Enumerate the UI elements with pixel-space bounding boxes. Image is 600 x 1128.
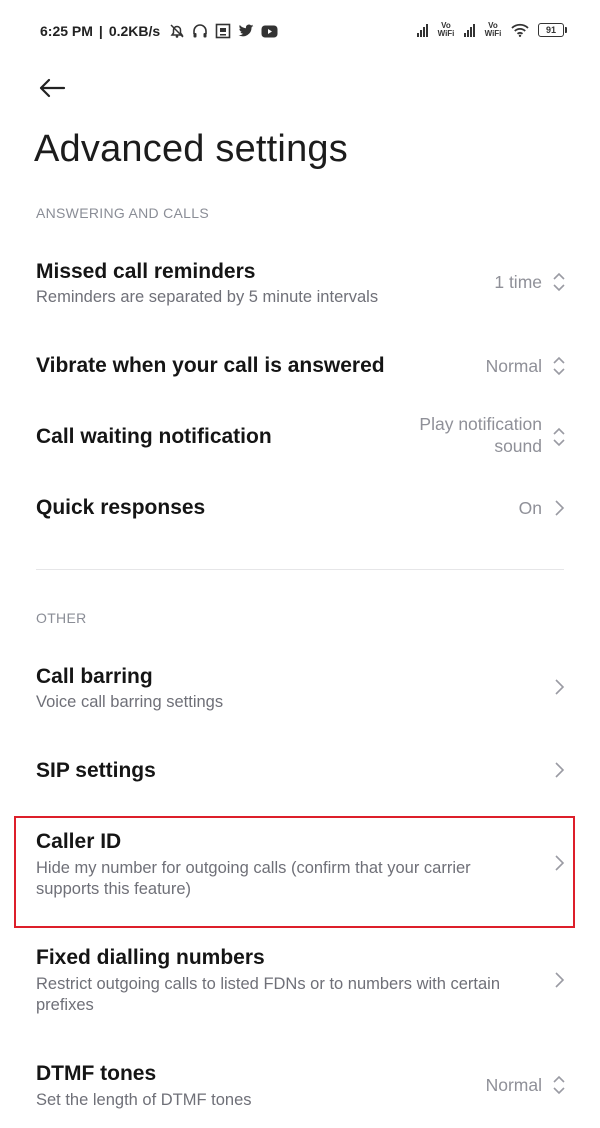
section-divider [36, 569, 564, 570]
page-title: Advanced settings [34, 128, 348, 170]
updown-chevron-icon [553, 427, 565, 447]
fixed-dialling-numbers-row[interactable]: Fixed dialling numbers Restrict outgoing… [0, 936, 600, 1026]
row-value: 1 time [494, 272, 542, 292]
caller-id-row[interactable]: Caller ID Hide my number for outgoing ca… [0, 820, 600, 920]
back-button[interactable] [34, 70, 70, 106]
youtube-icon [261, 25, 278, 37]
wifi-icon [511, 23, 529, 37]
missed-call-reminders-row[interactable]: Missed call reminders Reminders are sepa… [0, 250, 600, 318]
vowifi-icon: Vo WiFi [437, 21, 455, 38]
back-arrow-icon [39, 78, 66, 98]
row-subtitle: Set the length of DTMF tones [36, 1091, 252, 1109]
call-barring-row[interactable]: Call barring Voice call barring settings [0, 655, 600, 723]
headphones-icon [193, 24, 208, 38]
row-value: Normal [485, 1075, 542, 1095]
call-waiting-row[interactable]: Call waiting notification Play notificat… [0, 408, 600, 468]
chevron-right-icon [555, 972, 565, 988]
chevron-right-icon [555, 855, 565, 871]
vibrate-answered-row[interactable]: Vibrate when your call is answered Norma… [0, 340, 600, 392]
row-title: Caller ID [36, 830, 122, 853]
twitter-icon [238, 24, 254, 37]
chevron-right-icon [555, 762, 565, 778]
status-time: 6:25 PM [40, 23, 93, 39]
chevron-right-icon [555, 500, 565, 516]
vowifi-icon: Vo WiFi [484, 21, 502, 38]
sip-settings-row[interactable]: SIP settings [0, 745, 600, 797]
battery-icon: 91 [538, 23, 567, 37]
status-bar-right: Vo WiFi Vo WiFi 91 [417, 21, 567, 38]
row-title: Fixed dialling numbers [36, 946, 265, 969]
alarm-off-icon [170, 24, 184, 38]
updown-chevron-icon [553, 272, 565, 292]
notification-icons [169, 23, 278, 39]
section-header-answering: ANSWERING AND CALLS [36, 205, 209, 221]
signal-icon [464, 23, 475, 37]
row-title: Vibrate when your call is answered [36, 354, 385, 377]
row-title: Quick responses [36, 496, 206, 519]
quick-responses-row[interactable]: Quick responses On [0, 482, 600, 534]
status-network-speed: 0.2KB/s [108, 23, 161, 39]
section-header-other: OTHER [36, 610, 87, 626]
status-separator: | [98, 23, 103, 39]
status-bar: 6:25 PM | 0.2KB/s Vo WiFi Vo WiFi 91 [0, 0, 600, 66]
row-subtitle: Hide my number for outgoing calls (confi… [36, 859, 471, 898]
row-subtitle: Voice call barring settings [36, 693, 224, 711]
row-title: SIP settings [36, 759, 156, 782]
row-title: Call barring [36, 665, 153, 688]
row-value: Normal [485, 356, 542, 376]
row-subtitle: Reminders are separated by 5 minute inte… [36, 288, 379, 306]
picture-icon [215, 23, 231, 39]
row-title: Call waiting notification [36, 425, 272, 448]
chevron-right-icon [555, 679, 565, 695]
row-title: Missed call reminders [36, 260, 256, 283]
status-bar-left: 6:25 PM | 0.2KB/s [40, 23, 278, 39]
updown-chevron-icon [553, 1075, 565, 1095]
row-subtitle: Restrict outgoing calls to listed FDNs o… [36, 975, 501, 1014]
signal-icon [417, 23, 428, 37]
row-value: On [518, 498, 542, 518]
row-title: DTMF tones [36, 1062, 157, 1085]
updown-chevron-icon [553, 356, 565, 376]
dtmf-tones-row[interactable]: DTMF tones Set the length of DTMF tones … [0, 1052, 600, 1122]
row-value: Play notification sound [419, 414, 542, 456]
